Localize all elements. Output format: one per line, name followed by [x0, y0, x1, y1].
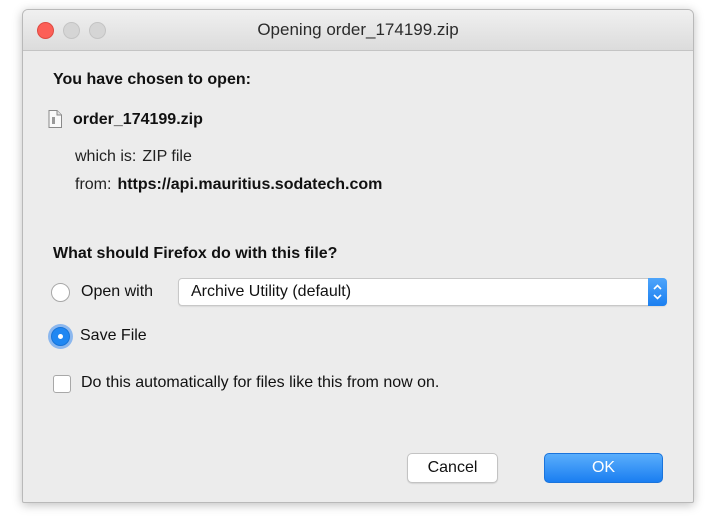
file-name: order_174199.zip: [73, 111, 203, 128]
file-type-value: ZIP file: [142, 148, 192, 165]
cancel-button[interactable]: Cancel: [407, 453, 498, 483]
auto-action-checkbox[interactable]: [53, 375, 71, 393]
ok-button[interactable]: OK: [544, 453, 663, 483]
open-with-app-select[interactable]: Archive Utility (default): [178, 278, 667, 306]
action-question: What should Firefox do with this file?: [53, 245, 338, 262]
save-file-label[interactable]: Save File: [80, 327, 147, 345]
file-open-dialog: Opening order_174199.zip You have chosen…: [22, 9, 694, 503]
open-with-app-value: Archive Utility (default): [191, 283, 352, 300]
up-down-chevron-icon[interactable]: [648, 278, 667, 306]
open-with-label[interactable]: Open with: [81, 283, 153, 301]
file-type-label: which is:: [75, 148, 137, 165]
document-icon: [48, 110, 62, 128]
file-source-label: from:: [75, 176, 112, 193]
window-title: Opening order_174199.zip: [257, 20, 459, 39]
dialog-heading: You have chosen to open:: [53, 71, 251, 88]
title-bar[interactable]: Opening order_174199.zip: [23, 10, 693, 51]
file-type-line: which is: ZIP file: [75, 148, 192, 166]
save-file-radio[interactable]: [51, 327, 70, 346]
auto-action-label[interactable]: Do this automatically for files like thi…: [81, 374, 439, 392]
open-with-radio[interactable]: [51, 283, 70, 302]
file-source-url: https://api.mauritius.sodatech.com: [117, 176, 383, 193]
file-source-line: from: https://api.mauritius.sodatech.com: [75, 176, 382, 194]
